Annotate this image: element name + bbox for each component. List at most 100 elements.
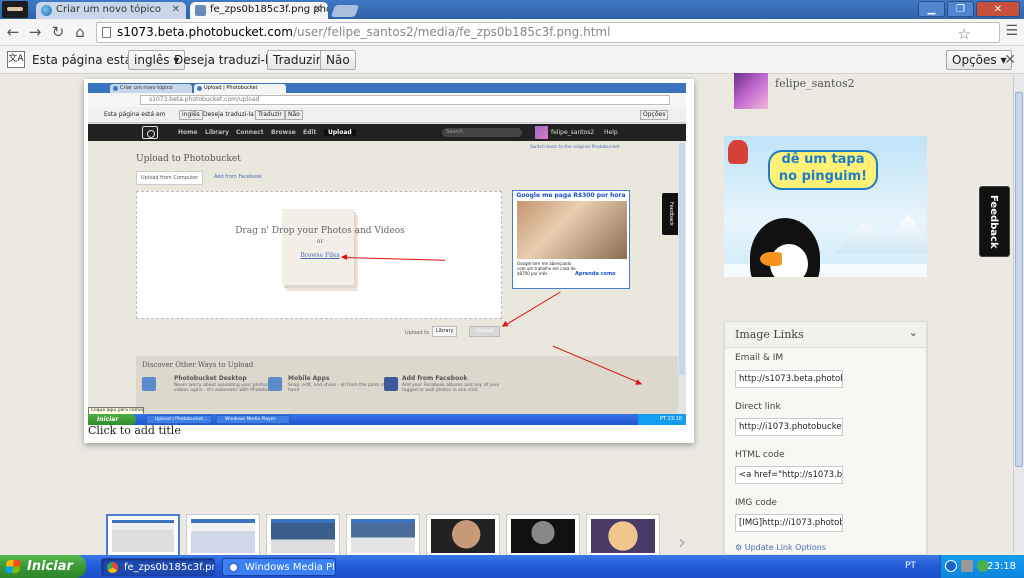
- inner-nav-item: Library: [205, 129, 230, 136]
- inner-drop-or: or: [316, 238, 324, 245]
- inner-discover-title: Discover Other Ways to Upload: [142, 361, 254, 369]
- thumbnail[interactable]: [186, 514, 260, 558]
- system-tray: PT 23:18: [905, 555, 1024, 578]
- translate-button[interactable]: Traduzir: [267, 50, 327, 70]
- chevron-down-icon[interactable]: ⌄: [909, 326, 918, 339]
- close-icon[interactable]: ✕: [314, 2, 322, 18]
- scroll-thumb[interactable]: [1015, 92, 1023, 467]
- globe-icon: [113, 86, 118, 91]
- image-title-caption[interactable]: Click to add title: [88, 424, 181, 437]
- inner-address: s1073.beta.photobucket.com/upload: [140, 95, 670, 105]
- task-label: Windows Media Player: [245, 562, 335, 573]
- minimize-icon[interactable]: ▁: [918, 1, 945, 17]
- update-label: Update Link Options: [744, 543, 827, 552]
- thumbnail[interactable]: [346, 514, 420, 558]
- inner-options: Opções: [640, 110, 669, 120]
- back-icon[interactable]: ←: [3, 22, 23, 42]
- thumbnail[interactable]: [586, 514, 660, 558]
- html-code-field[interactable]: <a href="http://s1073.beta.p: [735, 466, 843, 484]
- tab-photo[interactable]: fe_zps0b185c3f.png photo b ✕: [190, 2, 328, 19]
- bell-icon: [728, 140, 748, 164]
- thumbnail[interactable]: [506, 514, 580, 558]
- right-panel: felipe_santos2 dê um tapa no pinguim! Im…: [724, 65, 927, 555]
- menu-icon[interactable]: ☰: [1005, 23, 1018, 39]
- close-window-icon[interactable]: ✕: [976, 1, 1020, 17]
- email-im-field[interactable]: http://s1073.beta.photobuck: [735, 370, 843, 388]
- language-indicator[interactable]: PT: [905, 555, 916, 578]
- taskbar-item-media-player[interactable]: Windows Media Player: [222, 558, 336, 576]
- inner-tab: Upload | Photobucket: [194, 84, 286, 93]
- inner-translate-prefix: Esta página está em: [104, 111, 166, 118]
- feedback-tab[interactable]: Feedback: [979, 186, 1010, 257]
- network-icon[interactable]: [945, 560, 957, 572]
- inner-switch-link: Switch back to the original Photobucket: [530, 145, 620, 150]
- mobile-icon: [268, 377, 282, 391]
- inner-task: Windows Media Player: [216, 415, 290, 424]
- inner-nav-item: Browse: [271, 129, 296, 136]
- promo-line2: no pinguim!: [778, 169, 868, 184]
- image-links-header[interactable]: Image Links ⌄: [725, 322, 926, 348]
- desktop-icon: [142, 377, 156, 391]
- taskbar-item-chrome[interactable]: fe_zps0b185c3f.png ...: [101, 558, 215, 576]
- scrollbar[interactable]: [1013, 74, 1024, 553]
- inner-heading: Upload to Photobucket: [136, 154, 241, 164]
- media-player-icon: [228, 562, 239, 573]
- url-path: /user/felipe_santos2/media/fe_zps0b185c3…: [292, 25, 611, 39]
- facebook-icon: [384, 377, 398, 391]
- image-links-title: Image Links: [735, 328, 804, 341]
- options-label: Opções: [952, 53, 997, 67]
- field-label: IMG code: [735, 498, 777, 508]
- field-label: Email & IM: [735, 353, 784, 363]
- inner-username: felipe_santos2: [551, 129, 595, 136]
- restore-icon[interactable]: ❐: [947, 1, 974, 17]
- tab-criar-topico[interactable]: Criar um novo tópico ✕: [36, 2, 186, 19]
- options-button[interactable]: Opções ▾: [946, 50, 1013, 70]
- update-link-options[interactable]: ⚙ Update Link Options: [735, 543, 826, 552]
- inner-upload-button: Upload: [469, 326, 500, 337]
- close-icon[interactable]: ✕: [1004, 52, 1016, 68]
- thumbnail[interactable]: [426, 514, 500, 558]
- thumbnail[interactable]: [106, 514, 180, 558]
- penguin-beak: [760, 252, 782, 266]
- forward-icon[interactable]: →: [25, 22, 45, 42]
- window-controls: ▁ ❐ ✕: [918, 1, 1020, 17]
- inner-toolbar: s1073.beta.photobucket.com/upload: [88, 93, 686, 107]
- reload-icon[interactable]: ↻: [48, 22, 68, 42]
- inner-tab-facebook: Add from Facebook: [214, 174, 262, 180]
- windows-taskbar: Iniciar fe_zps0b185c3f.png ... Windows M…: [0, 555, 1024, 578]
- inner-ad-photo: [517, 201, 627, 259]
- inner-help: Help: [604, 129, 618, 136]
- inner-tray: PT 23:10: [638, 414, 686, 425]
- bookmark-star-icon[interactable]: ☆: [958, 25, 971, 44]
- username[interactable]: felipe_santos2: [775, 77, 855, 90]
- uploaded-screenshot[interactable]: Criar um novo tópico Upload | Photobucke…: [88, 83, 686, 425]
- iceberg-graphic: [834, 214, 927, 254]
- avatar[interactable]: [734, 73, 768, 109]
- chevron-right-icon[interactable]: ›: [678, 530, 686, 554]
- ninja-avatar-icon: [2, 1, 28, 18]
- volume-icon[interactable]: [961, 560, 973, 572]
- inner-upload-page: Switch back to the original Photobucket …: [88, 141, 686, 416]
- inner-task: Upload | Photobucket...: [146, 415, 212, 424]
- inner-tab-computer: Upload from Computer: [136, 171, 204, 185]
- close-icon[interactable]: ✕: [172, 2, 180, 18]
- inner-tray-lang: PT: [659, 416, 666, 422]
- browser-tab-strip: Criar um novo tópico ✕ fe_zps0b185c3f.pn…: [0, 0, 1024, 19]
- home-icon[interactable]: ⌂: [70, 22, 90, 42]
- inner-avatar: [535, 126, 548, 139]
- no-button[interactable]: Não: [320, 50, 356, 70]
- inner-tab-label: Criar um novo tópico: [120, 85, 173, 91]
- start-button[interactable]: Iniciar: [0, 555, 86, 578]
- inner-drop-zone: Drag n' Drop your Photos and Videos or B…: [136, 191, 502, 319]
- img-code-field[interactable]: [IMG]http://i1073.photobucke: [735, 514, 843, 532]
- promo-banner[interactable]: dê um tapa no pinguim!: [724, 136, 927, 277]
- inner-language: inglês: [179, 110, 203, 120]
- inner-nav-item-active: Upload: [324, 129, 356, 136]
- new-tab-button[interactable]: [330, 5, 360, 17]
- inner-ad-text: Google tem me abençoado com um trabalho …: [517, 261, 576, 276]
- thumbnail[interactable]: [266, 514, 340, 558]
- page-icon: [102, 27, 111, 38]
- address-bar[interactable]: s1073.beta.photobucket.com/user/felipe_s…: [96, 22, 1000, 43]
- chrome-icon: [107, 562, 118, 573]
- direct-link-field[interactable]: http://i1073.photobucket.com: [735, 418, 843, 436]
